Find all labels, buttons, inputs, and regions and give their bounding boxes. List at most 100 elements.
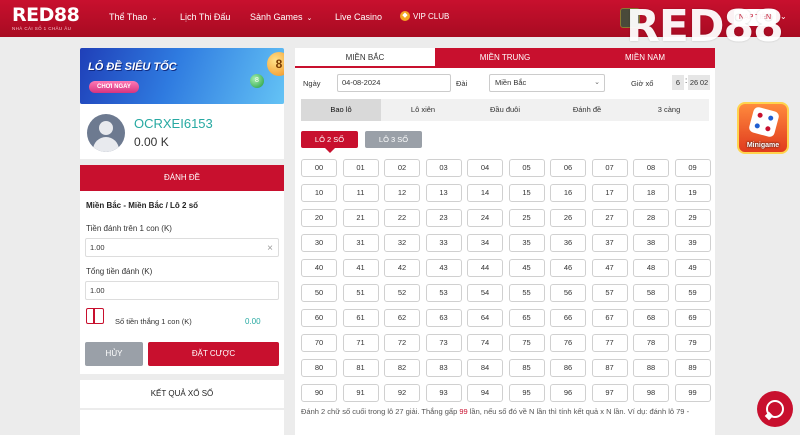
number-cell[interactable]: 88 <box>633 359 669 377</box>
tab-mien-trung[interactable]: MIỀN TRUNG <box>435 48 575 68</box>
number-cell[interactable]: 46 <box>550 259 586 277</box>
number-cell[interactable]: 50 <box>301 284 337 302</box>
number-cell[interactable]: 22 <box>384 209 420 227</box>
number-cell[interactable]: 75 <box>508 334 545 352</box>
number-cell[interactable]: 39 <box>674 234 711 252</box>
nav-vip-club[interactable]: ◆ VIP CLUB <box>400 11 449 21</box>
number-cell[interactable]: 53 <box>425 284 462 302</box>
tab-dau-duoi[interactable]: Đầu đuôi <box>465 99 545 121</box>
number-cell[interactable]: 17 <box>591 184 628 202</box>
number-cell[interactable]: 80 <box>301 359 337 377</box>
number-cell[interactable]: 71 <box>342 334 379 352</box>
number-cell[interactable]: 57 <box>591 284 628 302</box>
number-cell[interactable]: 47 <box>591 259 628 277</box>
cancel-button[interactable]: HỦY <box>85 342 143 366</box>
total-amount-input[interactable]: 1.00 <box>85 281 279 300</box>
number-cell[interactable]: 43 <box>425 259 462 277</box>
tab-mien-bac[interactable]: MIỀN BẮC <box>295 48 435 68</box>
number-cell[interactable]: 56 <box>550 284 586 302</box>
nav-schedule[interactable]: Lịch Thi Đấu <box>180 12 230 22</box>
number-cell[interactable]: 67 <box>591 309 628 327</box>
number-cell[interactable]: 92 <box>384 384 420 402</box>
chat-button[interactable] <box>757 391 793 427</box>
number-cell[interactable]: 48 <box>633 259 669 277</box>
number-cell[interactable]: 31 <box>342 234 379 252</box>
number-cell[interactable]: 68 <box>633 309 669 327</box>
lottery-results-link[interactable]: KẾT QUẢ XỔ SỐ <box>80 380 284 408</box>
place-bet-button[interactable]: ĐẶT CƯỢC <box>148 342 279 366</box>
number-cell[interactable]: 19 <box>674 184 711 202</box>
number-cell[interactable]: 02 <box>384 159 420 177</box>
number-cell[interactable]: 62 <box>384 309 420 327</box>
number-cell[interactable]: 14 <box>467 184 503 202</box>
number-cell[interactable]: 06 <box>550 159 586 177</box>
clear-icon[interactable]: × <box>267 240 273 257</box>
number-cell[interactable]: 00 <box>301 159 337 177</box>
number-cell[interactable]: 77 <box>591 334 628 352</box>
number-cell[interactable]: 21 <box>342 209 379 227</box>
number-cell[interactable]: 84 <box>467 359 503 377</box>
number-cell[interactable]: 93 <box>425 384 462 402</box>
number-cell[interactable]: 44 <box>467 259 503 277</box>
number-cell[interactable]: 86 <box>550 359 586 377</box>
tab-danh-de[interactable]: Đánh đề <box>547 99 627 121</box>
number-cell[interactable]: 28 <box>633 209 669 227</box>
user-menu-chevron-icon[interactable]: ⌄ <box>780 12 787 21</box>
number-cell[interactable]: 12 <box>384 184 420 202</box>
number-cell[interactable]: 10 <box>301 184 337 202</box>
number-cell[interactable]: 41 <box>342 259 379 277</box>
nav-live-casino[interactable]: Live Casino <box>335 12 382 22</box>
number-cell[interactable]: 45 <box>508 259 545 277</box>
number-cell[interactable]: 73 <box>425 334 462 352</box>
number-cell[interactable]: 85 <box>508 359 545 377</box>
number-cell[interactable]: 52 <box>384 284 420 302</box>
number-cell[interactable]: 08 <box>633 159 669 177</box>
number-cell[interactable]: 18 <box>633 184 669 202</box>
number-cell[interactable]: 81 <box>342 359 379 377</box>
number-cell[interactable]: 20 <box>301 209 337 227</box>
number-cell[interactable]: 55 <box>508 284 545 302</box>
lo-2-so-button[interactable]: LÔ 2 SỐ <box>301 131 358 153</box>
logo[interactable]: RED88 <box>12 5 80 25</box>
number-cell[interactable]: 07 <box>591 159 628 177</box>
number-cell[interactable]: 37 <box>591 234 628 252</box>
number-cell[interactable]: 87 <box>591 359 628 377</box>
tab-bao-lo[interactable]: Bao lô <box>301 99 381 121</box>
number-cell[interactable]: 65 <box>508 309 545 327</box>
number-cell[interactable]: 78 <box>633 334 669 352</box>
number-cell[interactable]: 24 <box>467 209 503 227</box>
number-cell[interactable]: 59 <box>674 284 711 302</box>
number-cell[interactable]: 64 <box>467 309 503 327</box>
number-cell[interactable]: 76 <box>550 334 586 352</box>
number-cell[interactable]: 91 <box>342 384 379 402</box>
nav-games[interactable]: Sảnh Games ⌄ <box>250 12 312 22</box>
nav-sports[interactable]: Thể Thao ⌄ <box>109 12 157 22</box>
number-cell[interactable]: 94 <box>467 384 503 402</box>
number-cell[interactable]: 04 <box>467 159 503 177</box>
number-cell[interactable]: 16 <box>550 184 586 202</box>
number-cell[interactable]: 35 <box>508 234 545 252</box>
number-cell[interactable]: 70 <box>301 334 337 352</box>
number-cell[interactable]: 69 <box>674 309 711 327</box>
number-cell[interactable]: 23 <box>425 209 462 227</box>
number-cell[interactable]: 11 <box>342 184 379 202</box>
number-cell[interactable]: 98 <box>633 384 669 402</box>
number-cell[interactable]: 03 <box>425 159 462 177</box>
number-cell[interactable]: 58 <box>633 284 669 302</box>
amount-per-number-input[interactable]: 1.00 × <box>85 238 279 257</box>
number-cell[interactable]: 61 <box>342 309 379 327</box>
number-cell[interactable]: 32 <box>384 234 420 252</box>
tab-3-cang[interactable]: 3 càng <box>629 99 709 121</box>
number-cell[interactable]: 97 <box>591 384 628 402</box>
number-cell[interactable]: 51 <box>342 284 379 302</box>
number-cell[interactable]: 49 <box>674 259 711 277</box>
number-cell[interactable]: 89 <box>674 359 711 377</box>
number-cell[interactable]: 05 <box>508 159 545 177</box>
number-cell[interactable]: 30 <box>301 234 337 252</box>
number-cell[interactable]: 13 <box>425 184 462 202</box>
number-cell[interactable]: 74 <box>467 334 503 352</box>
number-cell[interactable]: 27 <box>591 209 628 227</box>
tab-mien-nam[interactable]: MIỀN NAM <box>575 48 715 68</box>
banner-play-button[interactable]: CHƠI NGAY <box>89 81 139 93</box>
number-cell[interactable]: 79 <box>674 334 711 352</box>
